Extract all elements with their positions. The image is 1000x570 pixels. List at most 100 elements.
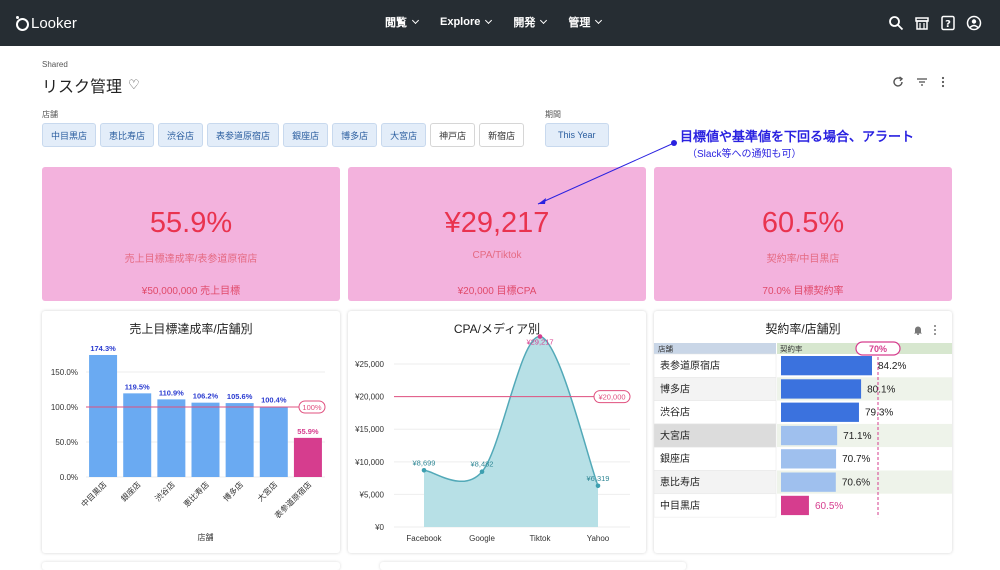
chip-label: 神戸店 <box>439 130 467 141</box>
x-tick-label: Tiktok <box>529 534 551 543</box>
y-tick-label: ¥15,000 <box>354 425 384 434</box>
chip-label: 表参道原宿店 <box>216 130 271 141</box>
rate-bar <box>781 449 837 469</box>
store-chip[interactable]: 表参道原宿店 <box>207 123 280 147</box>
kpi-target: ¥50,000,000 売上目標 <box>141 286 241 297</box>
rate-value: 70.6% <box>842 478 870 489</box>
nav-browse[interactable]: 閲覧 <box>385 14 420 30</box>
top-icons: ? <box>888 15 982 31</box>
search-icon[interactable] <box>888 15 904 31</box>
store-name: 中目黒店 <box>660 499 700 512</box>
x-tick-label: Google <box>469 534 495 543</box>
y-tick-label: 50.0% <box>55 438 78 447</box>
rate-value: 71.1% <box>843 431 871 442</box>
data-label: ¥8,482 <box>471 460 494 469</box>
bar-value-label: 55.9% <box>297 427 319 436</box>
store-chip[interactable]: 中目黒店 <box>42 123 97 147</box>
x-tick-label: 銀座店 <box>119 479 143 503</box>
store-chip[interactable]: 渋谷店 <box>158 123 204 147</box>
data-point <box>595 483 601 489</box>
kpi-label: CPA/Tiktok <box>472 250 522 261</box>
nav-develop[interactable]: 開発 <box>513 14 548 30</box>
table-chart: 店舗 契約率表参道原宿店 84.2% 博多店 80.1% 渋谷店 79.3% 大宮店 71.1%… <box>654 341 952 518</box>
store-name: 大宮店 <box>660 429 690 442</box>
kpi-value: 60.5% <box>761 207 845 239</box>
store-filter-label: 店舗 <box>42 110 58 119</box>
rate-bar <box>781 495 809 516</box>
x-axis-title: 店舗 <box>198 532 214 542</box>
column-header: 店舗 <box>658 344 673 354</box>
store-chip[interactable]: 博多店 <box>332 123 378 147</box>
bar <box>225 403 254 477</box>
next-panel-edge <box>42 562 340 570</box>
chip-label: 中目黒店 <box>51 130 88 141</box>
rate-value: 80.1% <box>867 384 895 395</box>
svg-text:?: ? <box>945 19 951 30</box>
bar-value-label: 119.5% <box>125 382 150 391</box>
dashboard-actions <box>892 76 946 88</box>
more-vert-icon[interactable] <box>940 76 946 88</box>
y-tick-label: 0.0% <box>60 473 78 482</box>
x-tick-label: Facebook <box>406 534 442 543</box>
store-chip[interactable]: 新宿店 <box>479 123 525 147</box>
chevron-down-icon <box>540 16 548 25</box>
store-chip[interactable]: 神戸店 <box>430 123 476 147</box>
looker-logo[interactable]: Looker <box>14 13 77 33</box>
rate-value: 60.5% <box>815 501 843 512</box>
rate-value: 79.3% <box>865 408 893 419</box>
data-label: ¥6,319 <box>587 474 610 483</box>
store-chip[interactable]: 銀座店 <box>283 123 329 147</box>
chip-label: 恵比寿店 <box>109 130 146 141</box>
bar-value-label: 105.6% <box>227 392 253 401</box>
area-chart: ¥0 ¥5,000 ¥10,000 ¥15,000 ¥20,000 ¥25,000 ¥20,… <box>354 334 631 543</box>
y-tick-label: 100.0% <box>51 403 78 412</box>
marketplace-icon[interactable] <box>914 15 930 31</box>
kpi-tile-contract-rate[interactable]: 60.5% 契約率/中目黒店 70.0% 目標契約率 <box>654 167 952 301</box>
rate-bar <box>781 425 838 446</box>
alert-annotation-sub: （Slack等への通知も可） <box>687 149 802 160</box>
chevron-down-icon <box>411 16 420 25</box>
nav-label: 管理 <box>568 17 591 29</box>
store-chip[interactable]: 大宮店 <box>381 123 427 147</box>
store-chip[interactable]: 恵比寿店 <box>100 123 155 147</box>
looker-logo-icon <box>14 15 29 31</box>
reference-label: 100% <box>302 403 322 412</box>
rate-bar <box>781 402 859 422</box>
bar-value-label: 106.2% <box>193 392 219 401</box>
panel-contract-rate-table: 契約率/店舗別 店舗 契約率 表参道原宿店 84.2% 博多店 80.1% 渋谷店 79.3%… <box>654 311 952 553</box>
panel-cpa-chart: CPA/メディア別 ¥0 ¥5,000 ¥10,000 ¥15,000 ¥20,000 ¥… <box>348 311 646 553</box>
kpi-target: ¥20,000 目標CPA <box>457 286 537 297</box>
kpi-tile-cpa[interactable]: ¥29,217 CPA/Tiktok ¥20,000 目標CPA <box>348 167 646 301</box>
panel-sales-achievement-chart: 売上目標達成率/店舗別 0.0% 50.0% 100.0% 150.0% 174.3% 中… <box>42 311 340 553</box>
chip-label: 新宿店 <box>488 130 516 141</box>
breadcrumb[interactable]: Shared <box>42 60 68 69</box>
store-filter: 中目黒店 恵比寿店 渋谷店 表参道原宿店 銀座店 博多店 大宮店 神戸店 新宿店 <box>42 123 525 147</box>
help-icon[interactable]: ? <box>940 15 956 31</box>
x-tick-label: 博多店 <box>221 479 245 503</box>
y-tick-label: ¥0 <box>374 523 384 532</box>
next-panel-edge <box>380 562 686 570</box>
period-chip[interactable]: This Year <box>545 123 609 147</box>
rate-value: 84.2% <box>878 361 906 372</box>
favorite-heart-icon[interactable]: ♡ <box>128 77 140 93</box>
account-icon[interactable] <box>966 15 982 31</box>
reload-icon[interactable] <box>892 76 904 88</box>
chevron-down-icon <box>595 16 603 25</box>
nav-explore[interactable]: Explore <box>440 14 493 30</box>
rate-value: 70.7% <box>842 454 870 465</box>
kpi-target: 70.0% 目標契約率 <box>762 286 844 297</box>
chip-label: 銀座店 <box>292 130 320 141</box>
store-name: 表参道原宿店 <box>660 359 720 372</box>
kpi-tile-sales-achievement[interactable]: 55.9% 売上目標達成率/表参道原宿店 ¥50,000,000 売上目標 <box>42 167 340 301</box>
data-label: ¥8,699 <box>413 458 436 467</box>
area-fill <box>424 336 598 527</box>
chevron-down-icon <box>485 16 493 25</box>
y-tick-label: ¥10,000 <box>354 458 384 467</box>
store-name: 恵比寿店 <box>660 476 700 489</box>
bar <box>123 393 152 477</box>
nav-admin[interactable]: 管理 <box>568 14 603 30</box>
store-name: 博多店 <box>660 382 690 395</box>
filter-icon[interactable] <box>916 76 928 88</box>
bar <box>89 354 118 477</box>
kpi-value: ¥29,217 <box>444 207 550 239</box>
